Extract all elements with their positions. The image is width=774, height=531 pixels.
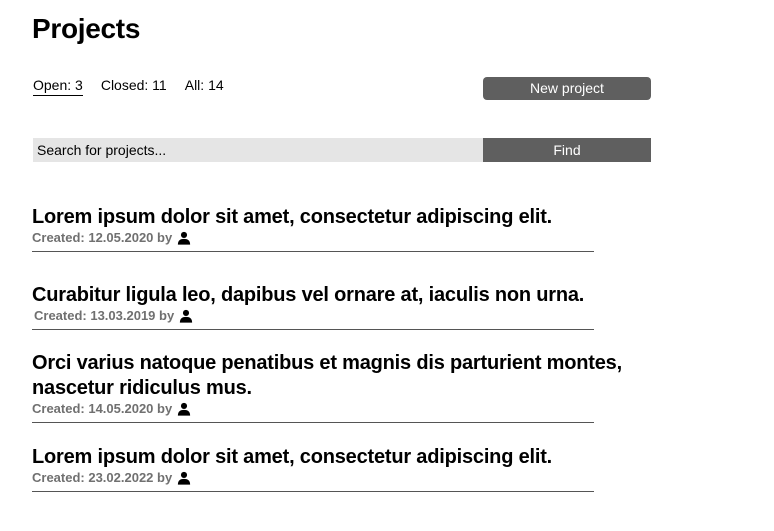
project-title[interactable]: Orci varius natoque penatibus et magnis … <box>32 351 652 401</box>
tab-all[interactable]: All: 14 <box>185 77 224 96</box>
project-meta: Created: 12.05.2020 by <box>32 230 652 246</box>
project-meta: Created: 23.02.2022 by <box>32 470 652 486</box>
tab-closed[interactable]: Closed: 11 <box>101 77 167 96</box>
projects-page: Projects Open: 3 Closed: 11 All: 14 New … <box>0 0 774 531</box>
project-title[interactable]: Lorem ipsum dolor sit amet, consectetur … <box>32 445 652 470</box>
divider <box>32 329 594 330</box>
new-project-button[interactable]: New project <box>483 77 651 100</box>
project-title[interactable]: Lorem ipsum dolor sit amet, consectetur … <box>32 205 652 230</box>
created-label: Created: 12.05.2020 by <box>32 230 173 245</box>
tab-open[interactable]: Open: 3 <box>33 77 83 96</box>
created-label: Created: 14.05.2020 by <box>32 401 173 416</box>
project-title[interactable]: Curabitur ligula leo, dapibus vel ornare… <box>32 283 652 308</box>
created-label: Created: 23.02.2022 by <box>32 470 173 485</box>
divider <box>32 491 594 492</box>
filter-tabs: Open: 3 Closed: 11 All: 14 <box>33 77 224 96</box>
list-item: Lorem ipsum dolor sit amet, consectetur … <box>32 205 652 252</box>
page-title: Projects <box>32 13 141 44</box>
list-item: Orci varius natoque penatibus et magnis … <box>32 351 652 423</box>
project-meta: Created: 13.03.2019 by <box>34 308 652 324</box>
user-icon[interactable] <box>177 231 191 245</box>
find-button[interactable]: Find <box>483 138 651 162</box>
created-label: Created: 13.03.2019 by <box>34 308 175 323</box>
user-icon[interactable] <box>177 402 191 416</box>
list-item: Curabitur ligula leo, dapibus vel ornare… <box>32 283 652 330</box>
list-item: Lorem ipsum dolor sit amet, consectetur … <box>32 445 652 492</box>
search-input[interactable] <box>33 138 483 162</box>
divider <box>32 422 594 423</box>
user-icon[interactable] <box>177 471 191 485</box>
project-meta: Created: 14.05.2020 by <box>32 401 652 417</box>
divider <box>32 251 594 252</box>
user-icon[interactable] <box>179 309 193 323</box>
